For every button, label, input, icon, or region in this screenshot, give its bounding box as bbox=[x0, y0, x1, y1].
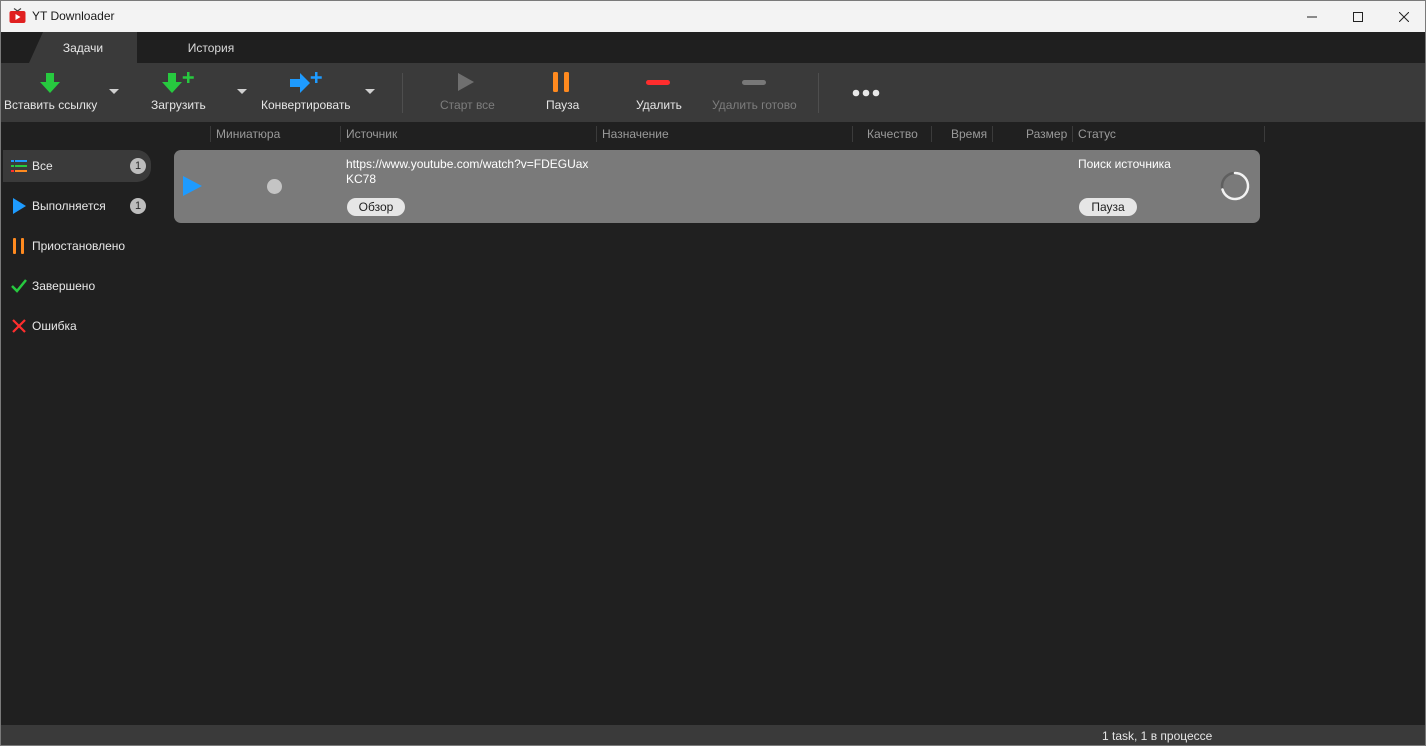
sidebar-item-label: Выполняется bbox=[32, 199, 106, 213]
start-all-label: Старт все bbox=[440, 98, 495, 112]
column-header: Миниатюра Источник Назначение Качество В… bbox=[1, 122, 1425, 146]
column-separator bbox=[1264, 126, 1265, 142]
loading-spinner-icon bbox=[1220, 171, 1250, 201]
delete-button[interactable]: Удалить bbox=[626, 63, 690, 122]
more-button[interactable] bbox=[843, 63, 889, 122]
delete-done-button[interactable]: Удалить готово bbox=[707, 63, 802, 122]
delete-done-label: Удалить готово bbox=[712, 98, 797, 112]
task-summary: 1 task, 1 в процессе bbox=[1102, 729, 1213, 743]
column-time[interactable]: Время bbox=[951, 127, 987, 141]
sidebar-item-error[interactable]: Ошибка bbox=[3, 310, 151, 342]
column-separator bbox=[852, 126, 853, 142]
download-dropdown-icon[interactable] bbox=[237, 89, 247, 94]
column-source[interactable]: Источник bbox=[346, 127, 397, 141]
thumbnail-placeholder bbox=[267, 179, 282, 194]
window-title: YT Downloader bbox=[32, 9, 115, 23]
app-window: YT Downloader Задачи История Вставить сс… bbox=[0, 0, 1426, 746]
count-badge: 1 bbox=[130, 158, 146, 174]
column-status[interactable]: Статус bbox=[1078, 127, 1116, 141]
column-separator bbox=[1072, 126, 1073, 142]
sidebar-item-paused[interactable]: Приостановлено bbox=[3, 230, 151, 262]
cross-icon bbox=[12, 319, 26, 333]
sidebar-item-running[interactable]: Выполняется 1 bbox=[3, 190, 151, 222]
tab-history[interactable]: История bbox=[161, 32, 261, 63]
check-icon bbox=[11, 279, 27, 293]
count-badge: 1 bbox=[130, 198, 146, 214]
sidebar-item-label: Все bbox=[32, 159, 53, 173]
convert-label: Конвертировать bbox=[261, 98, 351, 112]
paste-link-button[interactable]: Вставить ссылку bbox=[1, 63, 106, 122]
pause-label: Пауза bbox=[546, 98, 580, 112]
column-separator bbox=[340, 126, 341, 142]
task-row[interactable]: https://www.youtube.com/watch?v=FDEGUaxK… bbox=[174, 150, 1260, 223]
task-pause-button[interactable]: Пауза bbox=[1079, 198, 1137, 216]
sidebar-item-label: Приостановлено bbox=[32, 239, 126, 253]
sidebar-item-completed[interactable]: Завершено bbox=[3, 270, 151, 302]
convert-dropdown-icon[interactable] bbox=[365, 89, 375, 94]
column-quality[interactable]: Качество bbox=[867, 127, 918, 141]
title-bar: YT Downloader bbox=[1, 1, 1425, 32]
paste-link-dropdown-icon[interactable] bbox=[109, 89, 119, 94]
sidebar-item-label: Ошибка bbox=[32, 319, 77, 333]
column-destination[interactable]: Назначение bbox=[602, 127, 669, 141]
tab-tasks[interactable]: Задачи bbox=[29, 32, 137, 63]
download-arrow-icon bbox=[40, 73, 60, 93]
minus-icon bbox=[646, 80, 670, 85]
list-icon bbox=[11, 160, 27, 172]
browse-button[interactable]: Обзор bbox=[347, 198, 405, 216]
column-thumbnail[interactable]: Миниатюра bbox=[216, 127, 280, 141]
minimize-button[interactable] bbox=[1289, 1, 1335, 32]
maximize-button[interactable] bbox=[1335, 1, 1381, 32]
maximize-icon bbox=[1353, 11, 1363, 22]
column-separator bbox=[596, 126, 597, 142]
sidebar-item-all[interactable]: Все 1 bbox=[3, 150, 151, 182]
play-icon bbox=[13, 198, 26, 214]
minimize-icon bbox=[1307, 16, 1317, 17]
minus-icon bbox=[742, 80, 766, 85]
sidebar: Все 1 Выполняется 1 Приостановлено Завер… bbox=[1, 146, 161, 724]
toolbar-separator bbox=[402, 73, 403, 113]
column-separator bbox=[931, 126, 932, 142]
close-button[interactable] bbox=[1381, 1, 1425, 32]
source-url: https://www.youtube.com/watch?v=FDEGUaxK… bbox=[346, 157, 589, 186]
status-bar: 1 task, 1 в процессе bbox=[1, 725, 1425, 745]
delete-label: Удалить bbox=[636, 98, 682, 112]
app-logo-icon bbox=[9, 8, 26, 23]
play-icon[interactable] bbox=[182, 175, 204, 197]
start-all-button[interactable]: Старт все bbox=[431, 63, 501, 122]
pause-button[interactable]: Пауза bbox=[531, 63, 593, 122]
column-size[interactable]: Размер bbox=[1026, 127, 1067, 141]
convert-button[interactable]: Конвертировать bbox=[256, 63, 361, 122]
download-label: Загрузить bbox=[151, 98, 206, 112]
download-add-icon bbox=[162, 72, 194, 93]
convert-arrow-icon bbox=[290, 72, 322, 93]
pause-icon bbox=[553, 72, 569, 92]
download-button[interactable]: Загрузить bbox=[141, 63, 231, 122]
column-separator bbox=[992, 126, 993, 142]
column-separator bbox=[210, 126, 211, 142]
more-dots-icon bbox=[852, 89, 880, 97]
toolbar: Вставить ссылку Загрузить Конвертировать bbox=[1, 63, 1425, 122]
pause-icon bbox=[13, 238, 24, 254]
close-icon bbox=[1399, 11, 1409, 22]
task-status: Поиск источника bbox=[1078, 157, 1171, 171]
toolbar-separator bbox=[818, 73, 819, 113]
play-icon bbox=[458, 73, 474, 91]
tab-bar: Задачи История bbox=[1, 32, 1425, 86]
sidebar-item-label: Завершено bbox=[32, 279, 96, 293]
paste-link-label: Вставить ссылку bbox=[4, 98, 98, 112]
